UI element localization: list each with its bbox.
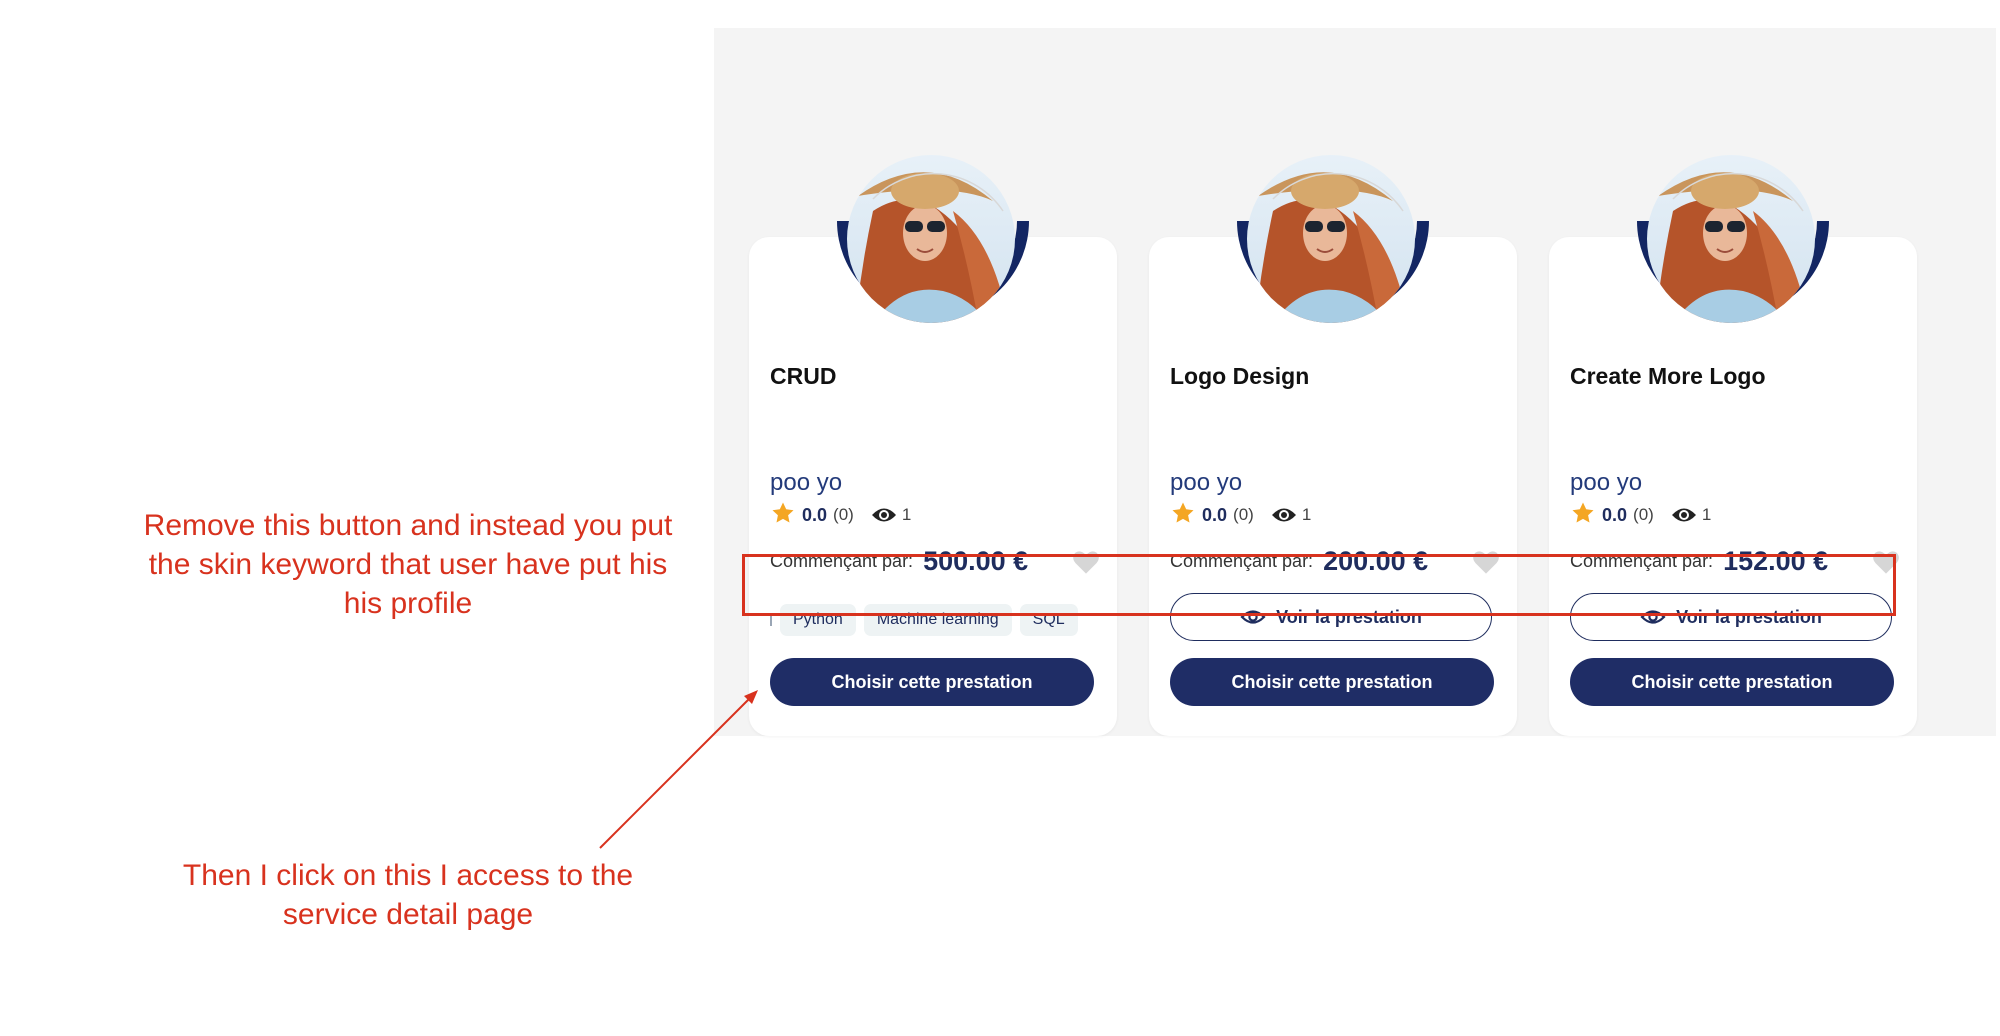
annotation-arrow [599,690,758,849]
